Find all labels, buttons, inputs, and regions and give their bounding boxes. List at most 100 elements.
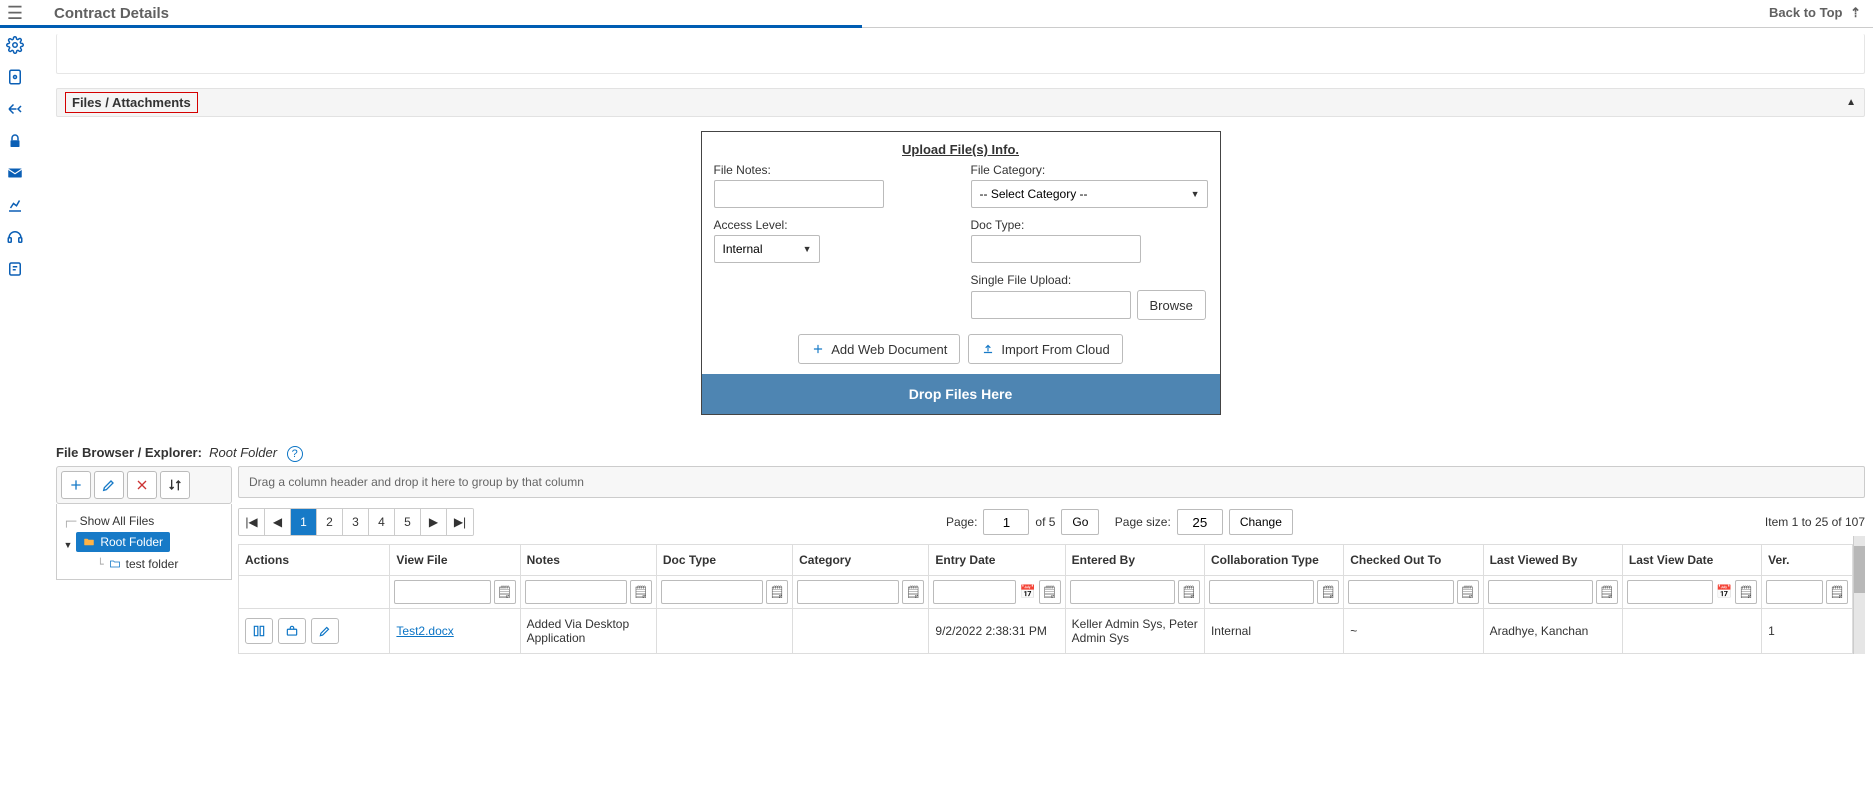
- page-size-input[interactable]: [1177, 509, 1223, 535]
- drop-zone[interactable]: Drop Files Here: [702, 374, 1220, 414]
- lock-icon[interactable]: [6, 132, 24, 150]
- add-web-document-button[interactable]: Add Web Document: [798, 334, 960, 364]
- collapse-icon[interactable]: ▲: [1846, 97, 1856, 108]
- file-category-select[interactable]: -- Select Category --: [971, 180, 1208, 208]
- filter-icon[interactable]: 🗒: [766, 580, 788, 604]
- filter-icon[interactable]: 🗒: [1735, 580, 1757, 604]
- tree-toolbar: [56, 466, 232, 504]
- col-last-view-date[interactable]: Last View Date: [1622, 545, 1761, 576]
- pager-page-2[interactable]: 2: [317, 509, 343, 535]
- col-collab-type[interactable]: Collaboration Type: [1204, 545, 1343, 576]
- tree-collapse-icon[interactable]: ▼: [63, 540, 73, 550]
- group-drop-bar[interactable]: Drag a column header and drop it here to…: [238, 466, 1865, 498]
- col-view-file[interactable]: View File: [390, 545, 520, 576]
- chart-icon[interactable]: [6, 196, 24, 214]
- section-title: Files / Attachments: [65, 92, 198, 113]
- row-view-button[interactable]: [245, 618, 273, 644]
- gear-icon[interactable]: [6, 36, 24, 54]
- browse-button[interactable]: Browse: [1137, 290, 1206, 320]
- sort-button[interactable]: [160, 471, 190, 499]
- mail-icon[interactable]: [6, 164, 24, 182]
- filter-entered-by[interactable]: [1070, 580, 1175, 604]
- page-input[interactable]: [983, 509, 1029, 535]
- folder-tree: ┌─ Show All Files ▼ Root Folder └ test f…: [56, 504, 232, 580]
- row-toolbox-button[interactable]: [278, 618, 306, 644]
- calendar-icon[interactable]: 📅: [1019, 584, 1035, 600]
- calendar-icon[interactable]: 📅: [1716, 584, 1732, 600]
- go-button[interactable]: Go: [1061, 509, 1099, 535]
- col-actions[interactable]: Actions: [239, 545, 390, 576]
- files-table: Actions View File Notes Doc Type Categor…: [238, 544, 1853, 654]
- filter-row: 🗒 🗒 🗒 🗒 📅🗒 🗒 🗒 🗒 🗒 📅🗒 🗒: [239, 576, 1853, 609]
- pager-last-button[interactable]: ▶|: [447, 509, 473, 535]
- filter-collab-type[interactable]: [1209, 580, 1314, 604]
- add-folder-button[interactable]: [61, 471, 91, 499]
- pager: |◀ ◀ 1 2 3 4 5 ▶ ▶|: [238, 508, 474, 536]
- scrollbar-thumb[interactable]: [1854, 546, 1865, 593]
- show-all-files-link[interactable]: Show All Files: [80, 514, 155, 528]
- filter-icon[interactable]: 🗒: [1457, 580, 1479, 604]
- pager-next-button[interactable]: ▶: [421, 509, 447, 535]
- filter-icon[interactable]: 🗒: [1039, 580, 1061, 604]
- share-icon[interactable]: [6, 100, 24, 118]
- root-folder-node[interactable]: Root Folder: [76, 532, 170, 552]
- browser-label: File Browser / Explorer: Root Folder ?: [56, 445, 1865, 462]
- filter-icon[interactable]: 🗒: [630, 580, 652, 604]
- col-category[interactable]: Category: [793, 545, 929, 576]
- access-level-select[interactable]: Internal: [714, 235, 820, 263]
- help-icon[interactable]: ?: [287, 446, 303, 462]
- col-last-viewed-by[interactable]: Last Viewed By: [1483, 545, 1622, 576]
- filter-category[interactable]: [797, 580, 899, 604]
- pager-page-3[interactable]: 3: [343, 509, 369, 535]
- doc-type-input[interactable]: [971, 235, 1141, 263]
- pager-page-1[interactable]: 1: [291, 509, 317, 535]
- edit-folder-button[interactable]: [94, 471, 124, 499]
- filter-icon[interactable]: 🗒: [1826, 580, 1848, 604]
- row-edit-button[interactable]: [311, 618, 339, 644]
- filter-last-viewed-by[interactable]: [1488, 580, 1593, 604]
- filter-view-file[interactable]: [394, 580, 490, 604]
- upload-cloud-icon: [981, 342, 995, 356]
- plus-icon: [811, 342, 825, 356]
- pager-page-5[interactable]: 5: [395, 509, 421, 535]
- headset-icon[interactable]: [6, 228, 24, 246]
- col-entered-by[interactable]: Entered By: [1065, 545, 1204, 576]
- section-header: Files / Attachments ▲: [56, 88, 1865, 117]
- filter-icon[interactable]: 🗒: [902, 580, 924, 604]
- filter-notes[interactable]: [525, 580, 627, 604]
- col-checked-out[interactable]: Checked Out To: [1344, 545, 1483, 576]
- col-doc-type[interactable]: Doc Type: [656, 545, 792, 576]
- back-to-top-link[interactable]: Back to Top ⇡: [1769, 5, 1861, 21]
- page-label: Page:: [946, 515, 977, 529]
- col-ver[interactable]: Ver.: [1762, 545, 1853, 576]
- import-from-cloud-button[interactable]: Import From Cloud: [968, 334, 1122, 364]
- filter-last-view-date[interactable]: [1627, 580, 1713, 604]
- pager-page-4[interactable]: 4: [369, 509, 395, 535]
- subfolder-node[interactable]: └ test folder: [97, 557, 225, 571]
- col-entry-date[interactable]: Entry Date: [929, 545, 1065, 576]
- col-notes[interactable]: Notes: [520, 545, 656, 576]
- file-notes-label: File Notes:: [714, 163, 951, 177]
- filter-doc-type[interactable]: [661, 580, 763, 604]
- filter-icon[interactable]: 🗒: [1178, 580, 1200, 604]
- document-icon[interactable]: [6, 68, 24, 86]
- file-link[interactable]: Test2.docx: [396, 624, 453, 638]
- vertical-scrollbar[interactable]: [1853, 536, 1865, 654]
- filter-icon[interactable]: 🗒: [1317, 580, 1339, 604]
- note-icon[interactable]: [6, 260, 24, 278]
- menu-icon[interactable]: ☰: [0, 3, 30, 24]
- root-folder-label: Root Folder: [100, 535, 163, 549]
- pager-prev-button[interactable]: ◀: [265, 509, 291, 535]
- filter-ver[interactable]: [1766, 580, 1823, 604]
- filter-entry-date[interactable]: [933, 580, 1016, 604]
- file-notes-input[interactable]: [714, 180, 884, 208]
- tree-connector: ┌─: [63, 515, 76, 528]
- change-button[interactable]: Change: [1229, 509, 1293, 535]
- filter-icon[interactable]: 🗒: [1596, 580, 1618, 604]
- filter-checked-out[interactable]: [1348, 580, 1453, 604]
- single-file-input[interactable]: [971, 291, 1131, 319]
- delete-folder-button[interactable]: [127, 471, 157, 499]
- filter-icon[interactable]: 🗒: [494, 580, 516, 604]
- pager-first-button[interactable]: |◀: [239, 509, 265, 535]
- cell-entry-date: 9/2/2022 2:38:31 PM: [929, 609, 1065, 654]
